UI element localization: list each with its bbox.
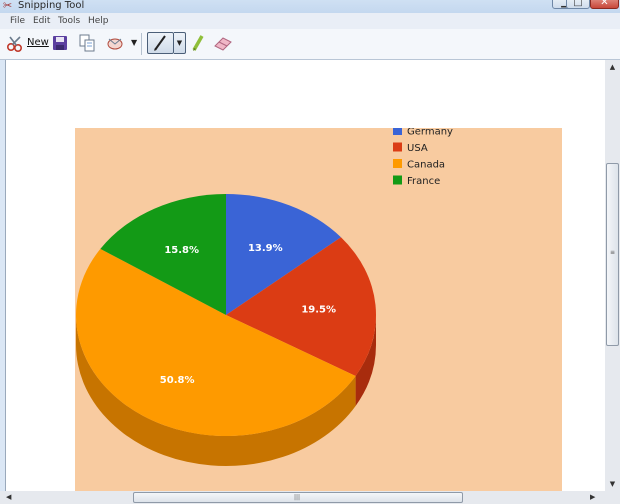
new-label: New (27, 37, 49, 48)
size-grip (605, 491, 620, 504)
toolbar-separator (141, 33, 142, 55)
scroll-up-icon[interactable]: ▲ (605, 60, 620, 74)
save-icon[interactable] (52, 35, 68, 51)
toolbar: New ▼ ▼ (0, 29, 620, 60)
horizontal-scroll-thumb[interactable]: ||| (133, 492, 463, 503)
menu-help[interactable]: Help (88, 14, 109, 28)
vertical-scroll-thumb[interactable]: ≡ (606, 163, 619, 346)
copy-icon[interactable] (79, 34, 95, 52)
horizontal-scrollbar[interactable]: ◀ ||| ▶ (0, 491, 605, 504)
legend-swatch-france (393, 175, 402, 185)
highlighter-icon[interactable] (190, 34, 206, 52)
vertical-scrollbar[interactable]: ▲ ≡ ▼ (605, 60, 620, 491)
pie-chart-svg: 13.9% 19.5% 50.8% 15.8% Germany USA Canada Fran… (75, 128, 453, 466)
pie-data-label-germany: 13.9% (248, 243, 283, 254)
maximize-button[interactable]: □ (566, 0, 590, 9)
grip-icon: ||| (294, 494, 301, 501)
scroll-right-icon[interactable]: ▶ (590, 491, 602, 504)
legend-label-usa: USA (407, 143, 428, 154)
scroll-down-icon[interactable]: ▼ (605, 477, 620, 491)
eraser-icon[interactable] (213, 35, 233, 51)
snip-canvas: 13.9% 19.5% 50.8% 15.8% Germany USA Canada Fran… (5, 60, 606, 491)
snipping-tool-window: ✂ Snipping Tool ▁ □ ✕ File Edit Tools He… (0, 0, 620, 504)
legend-swatch-usa (393, 142, 402, 152)
close-button[interactable]: ✕ (590, 0, 619, 9)
legend-label-canada: Canada (407, 160, 445, 171)
pen-dropdown-button[interactable]: ▼ (174, 32, 186, 54)
title-bar[interactable]: ✂ Snipping Tool ▁ □ ✕ (0, 0, 620, 13)
menu-file[interactable]: File (10, 14, 25, 28)
menu-edit[interactable]: Edit (33, 14, 50, 28)
legend-label-germany: Germany (407, 128, 453, 138)
window-title: Snipping Tool (18, 0, 85, 11)
pie-chart: 13.9% 19.5% 50.8% 15.8% Germany USA Canada Fran… (75, 128, 562, 491)
menu-bar: File Edit Tools Help (0, 13, 620, 30)
grip-icon: ≡ (610, 249, 616, 256)
send-dropdown-arrow-icon[interactable]: ▼ (131, 38, 137, 47)
pie-data-label-canada: 50.8% (160, 375, 195, 386)
legend-swatch-canada (393, 159, 402, 168)
legend-label-france: France (407, 176, 440, 187)
legend-swatch-germany (393, 128, 402, 135)
scroll-left-icon[interactable]: ◀ (6, 491, 18, 504)
pie-data-label-usa: 19.5% (301, 305, 336, 316)
scissors-app-icon: ✂ (3, 0, 13, 12)
send-snip-icon[interactable] (106, 35, 124, 51)
menu-tools[interactable]: Tools (58, 14, 80, 28)
pie-data-label-france: 15.8% (164, 245, 199, 256)
pen-button[interactable] (147, 32, 174, 54)
pen-icon (154, 35, 166, 51)
scissors-icon (6, 36, 23, 53)
